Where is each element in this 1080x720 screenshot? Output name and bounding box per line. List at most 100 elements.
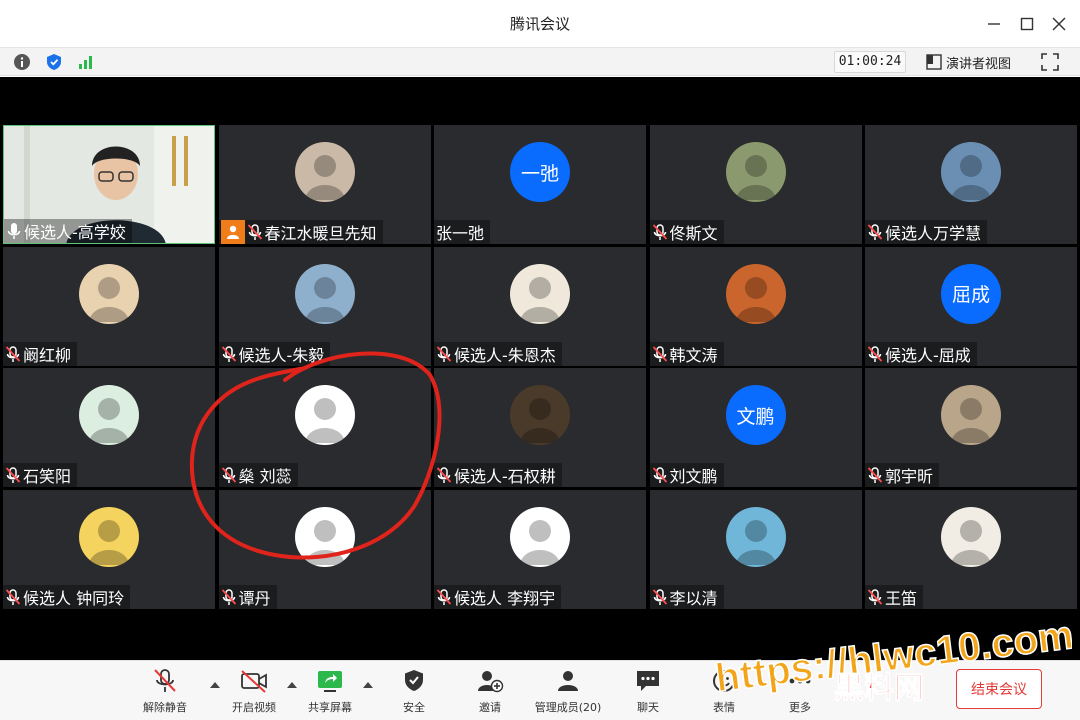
participant-tile[interactable]: 石笑阳: [3, 368, 215, 487]
avatar: [941, 506, 1001, 567]
minimize-icon: [988, 23, 1000, 25]
participant-nameplate: 刘文鹏: [649, 463, 724, 487]
profile-picture: [304, 398, 345, 443]
avatar: [725, 263, 786, 324]
meeting-info-button[interactable]: [12, 52, 32, 72]
participant-tile[interactable]: 候选人-朱恩杰: [434, 246, 646, 366]
participant-tile[interactable]: 候选人-高学姣: [3, 125, 215, 244]
avatar: [294, 385, 355, 445]
profile-picture: [735, 276, 776, 322]
muted-mic-icon: [867, 224, 883, 240]
muted-mic-icon: [652, 345, 667, 362]
muted-mic-icon: [652, 588, 667, 605]
participant-tile[interactable]: 候选人 李翔宇: [434, 489, 646, 609]
video-off-icon: [241, 670, 267, 693]
participant-tile[interactable]: 候选人-石权耕: [434, 368, 646, 487]
shield-icon: [47, 54, 61, 70]
participant-name: 阚红柳: [23, 345, 72, 365]
muted-mic-icon: [5, 588, 21, 605]
muted-mic-icon: [221, 467, 236, 483]
participant-tile[interactable]: 李以清: [649, 489, 862, 609]
participant-name: 候选人 钟同玲: [23, 588, 125, 608]
participant-tile[interactable]: 文鹏 刘文鹏: [649, 368, 862, 487]
participant-name: 候选人万学慧: [885, 224, 982, 243]
participant-nameplate: 韩文涛: [649, 341, 724, 366]
meeting-toolbar: 解除静音 开启视频 共享屏幕 安全 邀请 管理成员(20) 聊天 表情 更多 结…: [0, 660, 1080, 720]
security-label: 安全: [403, 701, 425, 714]
participant-tile[interactable]: 佟斯文: [649, 125, 862, 244]
participant-name: 谭丹: [238, 588, 271, 608]
start-video-label: 开启视频: [232, 701, 276, 714]
invite-button[interactable]: 邀请: [470, 667, 510, 715]
participant-tile[interactable]: 谭丹: [218, 489, 431, 609]
profile-picture: [520, 519, 560, 565]
participant-name: 刘文鹏: [669, 467, 718, 486]
chat-label: 聊天: [637, 701, 659, 714]
participant-tile[interactable]: 春江水暖旦先知: [218, 125, 431, 244]
participant-tile[interactable]: 屈成 候选人-屈成: [865, 246, 1077, 366]
participant-nameplate: 春江水暖旦先知: [218, 220, 383, 244]
participant-tile[interactable]: 郭宇昕: [865, 368, 1077, 487]
participant-tile[interactable]: 韩文涛: [649, 246, 862, 366]
participant-nameplate: 候选人-朱恩杰: [434, 341, 562, 366]
profile-picture: [89, 398, 129, 443]
security-shield-button[interactable]: [44, 52, 64, 72]
muted-mic-icon: [5, 467, 21, 483]
participant-tile[interactable]: 燊 刘蕊: [218, 368, 431, 487]
chat-bubble-icon: [637, 671, 659, 691]
participant-name: 候选人-石权耕: [454, 467, 556, 486]
more-button[interactable]: 更多: [780, 667, 820, 715]
profile-picture: [520, 276, 560, 322]
security-button[interactable]: 安全: [394, 667, 434, 715]
avatar: [294, 506, 355, 567]
share-options-caret-icon[interactable]: [362, 679, 374, 689]
participant-nameplate: 郭宇昕: [865, 463, 940, 487]
manage-members-button[interactable]: 管理成员(20): [528, 667, 608, 715]
participant-nameplate: 李以清: [649, 584, 724, 609]
participant-tile[interactable]: 一弛 张一弛: [434, 125, 646, 244]
participant-tile[interactable]: 候选人 钟同玲: [3, 489, 215, 609]
speaker-view-button[interactable]: 演讲者视图: [926, 51, 1011, 73]
participant-tile[interactable]: 候选人万学慧: [865, 125, 1077, 244]
participant-nameplate: 候选人-屈成: [865, 341, 977, 366]
start-video-button[interactable]: 开启视频: [228, 667, 280, 715]
chat-button[interactable]: 聊天: [628, 667, 668, 715]
participant-name: 候选人 李翔宇: [454, 588, 556, 608]
maximize-button[interactable]: [1013, 10, 1041, 38]
share-screen-label: 共享屏幕: [308, 701, 352, 714]
meeting-timer: 01:00:24: [834, 51, 906, 73]
muted-mic-icon: [221, 345, 236, 362]
video-options-caret-icon[interactable]: [286, 679, 298, 689]
avatar: [941, 385, 1001, 445]
fullscreen-button[interactable]: [1040, 52, 1060, 72]
end-meeting-button[interactable]: 结束会议: [956, 669, 1042, 709]
reactions-button[interactable]: 表情: [704, 667, 744, 715]
unmute-button[interactable]: 解除静音: [140, 667, 190, 715]
avatar: [941, 142, 1001, 202]
audio-options-caret-icon[interactable]: [209, 679, 221, 689]
reactions-label: 表情: [713, 701, 735, 714]
close-window-button[interactable]: [1045, 10, 1073, 38]
close-icon: [1052, 17, 1066, 31]
participant-nameplate: 候选人万学慧: [865, 220, 988, 244]
participant-nameplate: 谭丹: [218, 584, 277, 609]
share-screen-button[interactable]: 共享屏幕: [305, 667, 355, 715]
participant-name: 候选人-朱毅: [238, 345, 325, 365]
avatar: [725, 506, 786, 567]
participant-tile[interactable]: 候选人-朱毅: [218, 246, 431, 366]
avatar: [510, 506, 570, 567]
network-signal-indicator[interactable]: [76, 52, 96, 72]
minimize-button[interactable]: [980, 10, 1008, 38]
participant-nameplate: 候选人-高学姣: [4, 219, 132, 243]
participant-nameplate: 候选人-朱毅: [218, 341, 331, 366]
members-icon: [558, 671, 578, 691]
smiley-icon: [713, 670, 735, 692]
participant-nameplate: 王笛: [865, 584, 924, 609]
avatar: [725, 142, 786, 202]
muted-mic-icon: [221, 588, 236, 605]
participant-tile[interactable]: 阚红柳: [3, 246, 215, 366]
participant-tile[interactable]: 王笛: [865, 489, 1077, 609]
avatar: [79, 263, 139, 324]
muted-mic-icon: [867, 345, 883, 362]
muted-mic-icon: [154, 669, 176, 692]
